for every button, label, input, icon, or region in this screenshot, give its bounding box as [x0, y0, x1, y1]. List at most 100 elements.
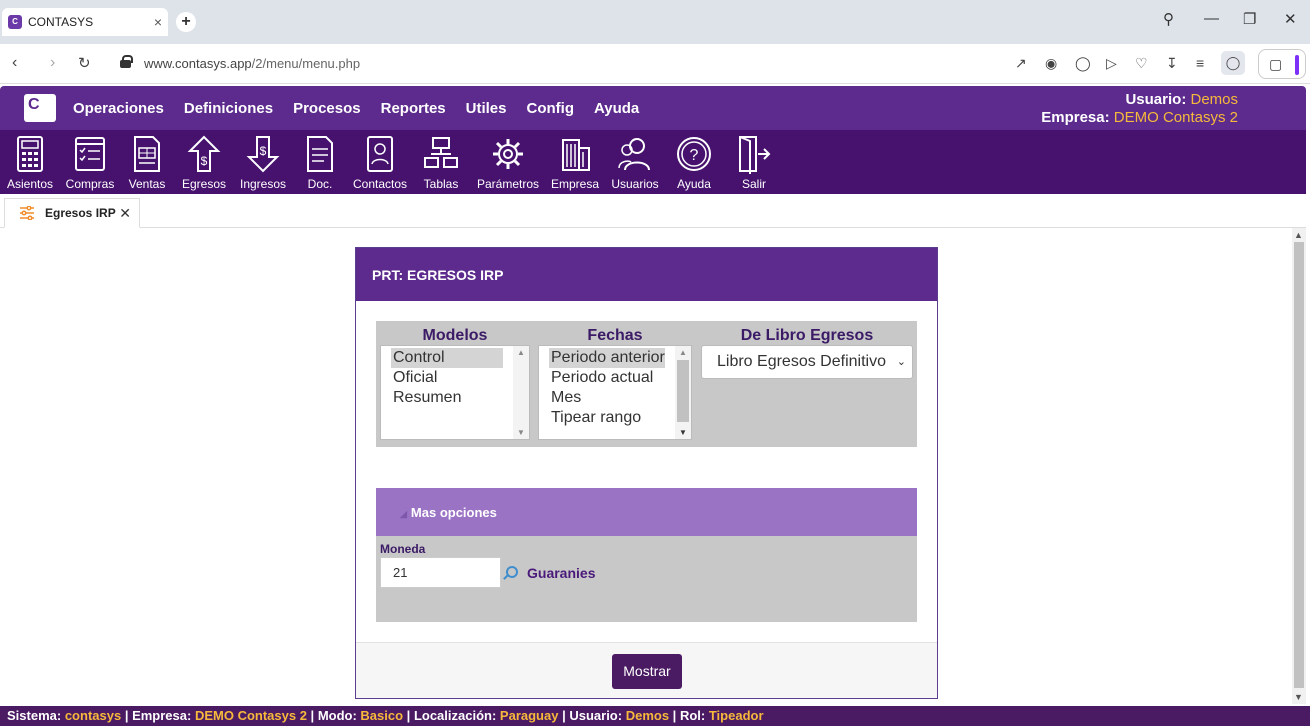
reload-icon[interactable]: ↻: [78, 54, 91, 72]
app-tabs: Egresos IRP ✕: [0, 196, 1306, 228]
moneda-input[interactable]: 21: [380, 557, 501, 588]
toolbar-label: Ayuda: [677, 177, 711, 191]
settings-sliders-icon[interactable]: ≡: [1196, 55, 1204, 71]
toolbar-ayuda[interactable]: ? Ayuda: [672, 134, 716, 191]
status-empresa-label: Empresa:: [132, 708, 192, 723]
toolbar-egresos[interactable]: $ Egresos: [182, 134, 226, 191]
toolbar-compras[interactable]: Compras: [64, 134, 116, 191]
chevron-down-icon: ⌄: [896, 356, 906, 368]
scroll-up-icon[interactable]: ▲: [1294, 230, 1303, 240]
modelo-option-oficial[interactable]: Oficial: [381, 368, 529, 388]
browser-tab-title: CONTASYS: [28, 15, 94, 29]
restore-icon[interactable]: ❐: [1243, 10, 1256, 28]
close-tab-icon[interactable]: ×: [154, 14, 162, 30]
status-bar: Sistema: contasys | Empresa: DEMO Contas…: [0, 706, 1310, 726]
fecha-option-periodo-actual[interactable]: Periodo actual: [539, 368, 691, 388]
building-icon: [562, 139, 590, 171]
selection-grid: Modelos Fechas De Libro Egresos Control …: [376, 321, 917, 447]
status-modo: Basico: [360, 708, 404, 723]
users-icon: [618, 138, 650, 171]
toolbar-label: Ventas: [128, 177, 166, 191]
empresa-label: Empresa:: [1041, 109, 1110, 126]
url-field[interactable]: www.contasys.app/2/menu/menu.php: [144, 56, 360, 71]
status-modo-label: Modo:: [317, 708, 357, 723]
menu-utiles[interactable]: Utiles: [466, 100, 507, 117]
network-icon: [424, 137, 458, 168]
status-rol: Tipeador: [708, 708, 764, 723]
scroll-up-icon[interactable]: ▲: [517, 348, 525, 357]
toolbar-ventas[interactable]: Ventas: [126, 134, 168, 191]
minimize-icon[interactable]: —: [1204, 10, 1219, 27]
toolbar-doc[interactable]: Doc.: [300, 134, 340, 191]
moneda-label: Moneda: [380, 542, 426, 556]
fecha-option-periodo-anterior[interactable]: Periodo anterior: [549, 348, 665, 368]
toolbar-empresa[interactable]: Empresa: [551, 134, 599, 191]
menu-reportes[interactable]: Reportes: [381, 100, 446, 117]
address-bar: ‹ › ↻ www.contasys.app/2/menu/menu.php ↗…: [0, 44, 1310, 84]
scroll-up-icon[interactable]: ▲: [679, 348, 687, 357]
listbox-scrollbar[interactable]: ▲ ▼: [513, 346, 529, 439]
mostrar-button[interactable]: Mostrar: [612, 654, 682, 689]
modelo-option-control[interactable]: Control: [391, 348, 503, 368]
fechas-listbox[interactable]: Periodo anterior Periodo actual Mes Tipe…: [538, 345, 692, 440]
tab-label: Egresos IRP: [45, 206, 116, 220]
exit-door-icon: [739, 136, 771, 174]
profile-icon[interactable]: ◯: [1221, 51, 1245, 75]
menu-config[interactable]: Config: [527, 100, 574, 117]
toolbar-label: Usuarios: [611, 177, 659, 191]
toolbar-asientos[interactable]: Asientos: [6, 134, 54, 191]
modelos-listbox[interactable]: Control Oficial Resumen ▲ ▼: [380, 345, 530, 440]
moneda-name-link[interactable]: Guaranies: [527, 565, 595, 581]
scroll-down-icon[interactable]: ▼: [1294, 692, 1303, 702]
new-tab-button[interactable]: +: [176, 12, 196, 32]
fecha-option-mes[interactable]: Mes: [539, 388, 691, 408]
scroll-thumb[interactable]: [1294, 242, 1304, 688]
toolbar-salir[interactable]: Salir: [734, 134, 774, 191]
fecha-option-tipear-rango[interactable]: Tipear rango: [539, 408, 691, 428]
menu-ayuda[interactable]: Ayuda: [594, 100, 639, 117]
status-rol-label: Rol:: [679, 708, 706, 723]
dollar-down-icon: $: [246, 136, 280, 173]
back-icon[interactable]: ‹: [12, 54, 17, 72]
libro-egresos-select[interactable]: Libro Egresos Definitivo ⌄: [701, 345, 913, 379]
scroll-down-icon[interactable]: ▼: [679, 428, 687, 437]
sidebar-toggle-button[interactable]: ▢: [1258, 49, 1306, 79]
toolbar-label: Salir: [741, 177, 766, 191]
camera-icon[interactable]: ◉: [1045, 55, 1057, 72]
toolbar-usuarios[interactable]: Usuarios: [610, 134, 660, 191]
tab-egresos-irp[interactable]: Egresos IRP ✕: [4, 198, 140, 228]
status-sistema-label: Sistema:: [7, 708, 62, 723]
toolbar-tablas[interactable]: Tablas: [420, 134, 462, 191]
search-tabs-icon[interactable]: ⚲: [1163, 10, 1174, 28]
scroll-down-icon[interactable]: ▼: [517, 428, 525, 437]
close-tab-icon[interactable]: ✕: [119, 205, 131, 222]
shield-icon[interactable]: ◯: [1075, 55, 1091, 72]
user-info: Usuario: Demos Empresa: DEMO Contasys 2: [1041, 91, 1238, 127]
menu-procesos[interactable]: Procesos: [293, 100, 361, 117]
close-window-icon[interactable]: ✕: [1284, 10, 1297, 28]
toolbar-ingresos[interactable]: $ Ingresos: [240, 134, 286, 191]
download-icon[interactable]: ↧: [1166, 55, 1178, 72]
libro-selected-value: Libro Egresos Definitivo: [717, 353, 886, 370]
sliders-icon: [20, 206, 34, 220]
menu-definiciones[interactable]: Definiciones: [184, 100, 273, 117]
gear-icon: [493, 139, 523, 169]
scroll-thumb[interactable]: [677, 360, 689, 422]
mas-opciones-toggle[interactable]: ◢ Mas opciones: [376, 488, 917, 536]
libro-label: De Libro Egresos: [740, 327, 874, 344]
sidebar-bar: [1295, 55, 1299, 75]
listbox-scrollbar[interactable]: ▲ ▼: [675, 346, 691, 439]
svg-text:$: $: [260, 144, 267, 158]
browser-tab[interactable]: C CONTASYS ×: [2, 8, 168, 36]
share-icon[interactable]: ↗: [1015, 55, 1027, 72]
svg-text:?: ?: [690, 147, 699, 164]
toolbar-parametros[interactable]: Parámetros: [476, 134, 540, 191]
toolbar-contactos[interactable]: Contactos: [350, 134, 410, 191]
page-scrollbar[interactable]: ▲ ▼: [1292, 228, 1306, 704]
heart-icon[interactable]: ♡: [1135, 55, 1148, 72]
search-icon[interactable]: [506, 566, 518, 578]
menu-operaciones[interactable]: Operaciones: [73, 100, 164, 117]
modelo-option-resumen[interactable]: Resumen: [381, 388, 529, 408]
play-icon[interactable]: ▷: [1106, 55, 1117, 72]
forward-icon[interactable]: ›: [50, 54, 55, 72]
